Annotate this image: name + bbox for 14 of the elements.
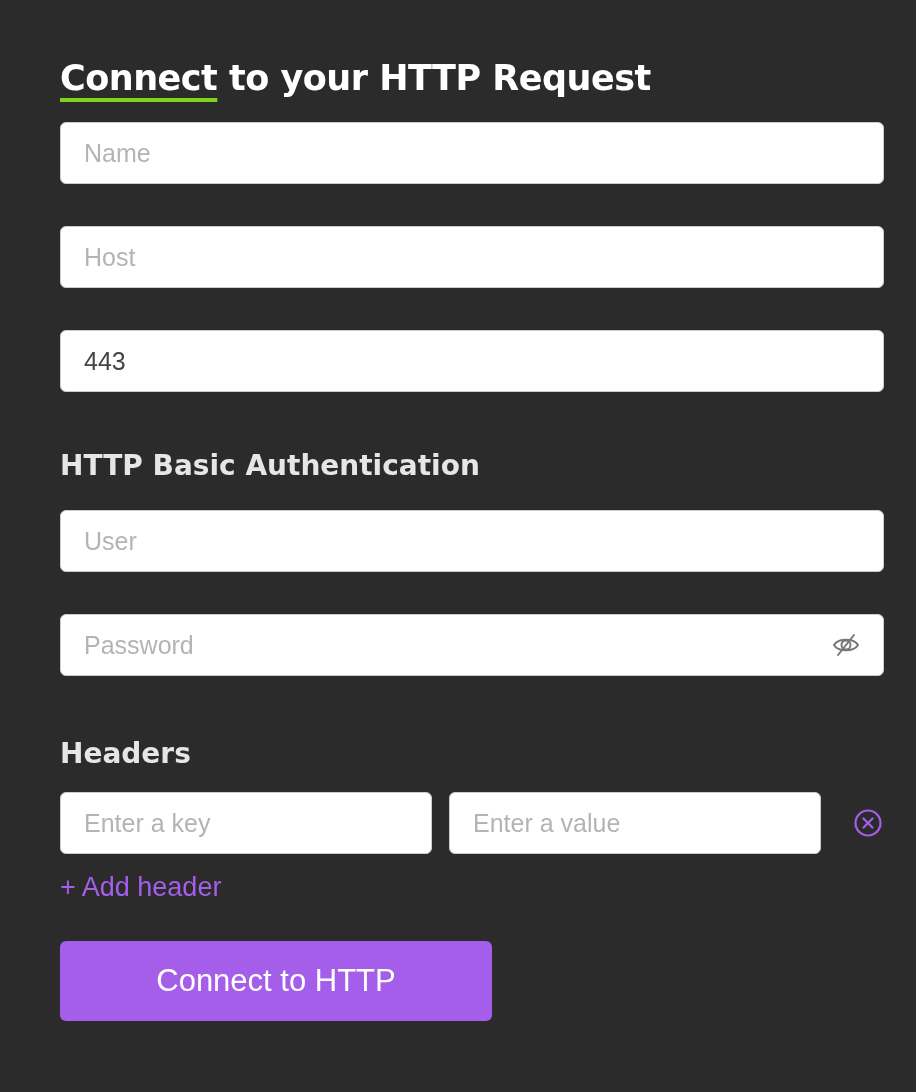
text-field[interactable]: 443 [60,330,884,392]
header-value-field[interactable]: Enter a value [449,792,821,854]
form-title: Connect to your HTTP Request [60,57,652,100]
connect-button[interactable]: Connect to HTTP [60,941,492,1021]
text-field[interactable]: Host [60,226,884,288]
password-field[interactable]: Password [60,614,884,676]
header-key-field[interactable]: Enter a key [60,792,432,854]
remove-icon[interactable] [853,808,883,838]
section-heading: HTTP Basic Authentication [60,448,481,484]
eye-slash-icon[interactable] [832,633,860,657]
text-field[interactable]: Name [60,122,884,184]
section-heading: Headers [60,736,192,772]
text-field[interactable]: User [60,510,884,572]
add-header-link[interactable]: + Add header [60,872,222,903]
